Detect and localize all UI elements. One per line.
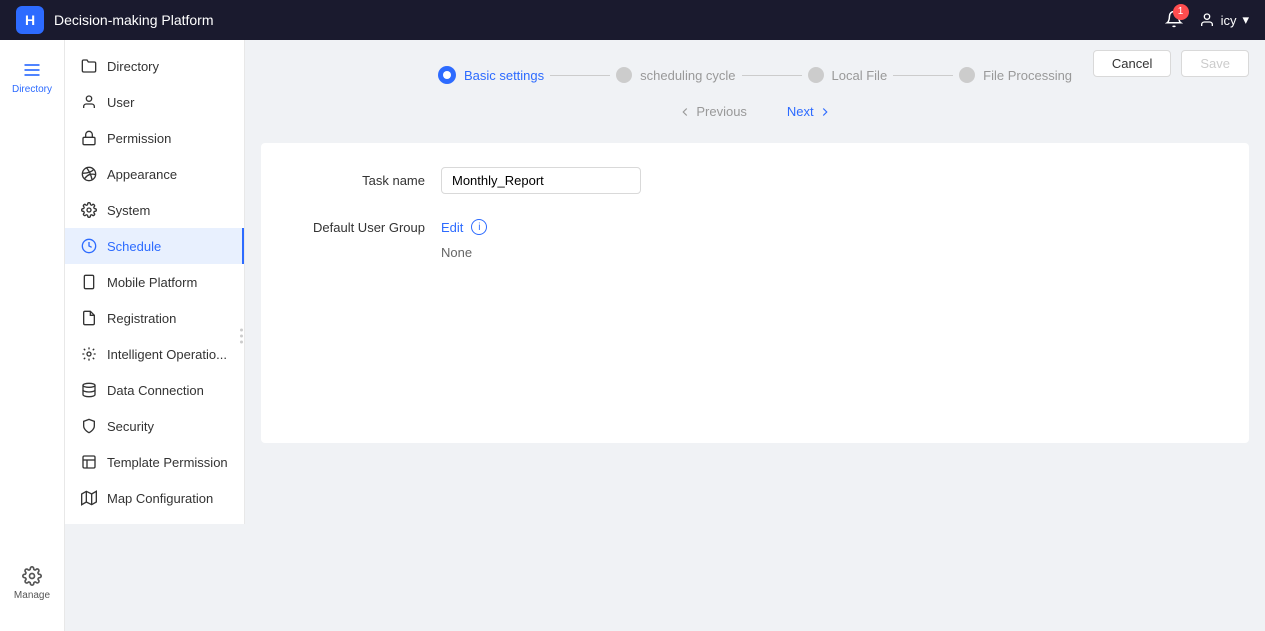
- edit-link[interactable]: Edit: [441, 220, 463, 235]
- sidebar-item-security[interactable]: Security: [65, 408, 244, 444]
- sidebar: Directory User Permission: [65, 40, 245, 524]
- prev-label: Previous: [696, 104, 747, 119]
- icon-nav-manage[interactable]: Manage: [0, 556, 64, 611]
- next-button[interactable]: Next: [787, 104, 832, 119]
- next-label: Next: [787, 104, 814, 119]
- icon-nav-directory-label: Directory: [12, 84, 52, 95]
- none-value: None: [441, 245, 472, 260]
- step-scheduling: scheduling cycle: [616, 67, 735, 83]
- step-file-processing-icon: [959, 67, 975, 83]
- step-line-1: [550, 75, 610, 76]
- step-file-processing: File Processing: [959, 67, 1072, 83]
- sidebar-item-mobile-label: Mobile Platform: [107, 275, 197, 290]
- top-actions: Cancel Save: [1093, 50, 1249, 77]
- app-title: Decision-making Platform: [54, 12, 1155, 28]
- step-scheduling-icon: [616, 67, 632, 83]
- sidebar-item-system[interactable]: System: [65, 192, 244, 228]
- cancel-button[interactable]: Cancel: [1093, 50, 1171, 77]
- task-name-field: [441, 167, 1225, 194]
- sidebar-item-directory[interactable]: Directory: [65, 48, 244, 84]
- step-navigation: Previous Next: [261, 104, 1249, 119]
- sidebar-item-mobile[interactable]: Mobile Platform: [65, 264, 244, 300]
- sidebar-item-template-perm[interactable]: Template Permission: [65, 444, 244, 480]
- icon-nav: Directory Manage: [0, 40, 65, 631]
- sidebar-item-user[interactable]: User: [65, 84, 244, 120]
- username: icy: [1221, 13, 1237, 28]
- save-button[interactable]: Save: [1181, 50, 1249, 77]
- topbar-right: 1 icy ▾: [1165, 10, 1249, 31]
- sidebar-item-permission-label: Permission: [107, 131, 171, 146]
- notification-bell[interactable]: 1: [1165, 10, 1183, 31]
- task-name-row: Task name: [285, 167, 1225, 194]
- notification-count: 1: [1173, 4, 1189, 20]
- step-line-2: [742, 75, 802, 76]
- sidebar-item-intelligent-label: Intelligent Operatio...: [107, 347, 227, 362]
- app-logo: H: [16, 6, 44, 34]
- sidebar-item-registration-label: Registration: [107, 311, 176, 326]
- step-basic-icon: [438, 66, 456, 84]
- user-group-field: Edit i: [441, 214, 1225, 235]
- user-menu[interactable]: icy ▾: [1199, 12, 1249, 28]
- user-group-label: Default User Group: [285, 214, 425, 235]
- sidebar-item-data-conn[interactable]: Data Connection: [65, 372, 244, 408]
- step-local-file-icon: [808, 67, 824, 83]
- icon-nav-manage-label: Manage: [14, 590, 50, 601]
- step-basic: Basic settings: [438, 66, 544, 84]
- step-line-3: [893, 75, 953, 76]
- user-chevron: ▾: [1242, 12, 1249, 28]
- sidebar-item-appearance-label: Appearance: [107, 167, 177, 182]
- task-name-label: Task name: [285, 167, 425, 188]
- sidebar-item-user-label: User: [107, 95, 134, 110]
- main-content: Cancel Save Basic settings scheduling cy…: [245, 40, 1265, 631]
- step-local-file-label: Local File: [832, 68, 888, 83]
- sidebar-item-permission[interactable]: Permission: [65, 120, 244, 156]
- sidebar-item-data-conn-label: Data Connection: [107, 383, 204, 398]
- sidebar-item-registration[interactable]: Registration: [65, 300, 244, 336]
- step-basic-label: Basic settings: [464, 68, 544, 83]
- icon-nav-directory[interactable]: Directory: [0, 50, 64, 105]
- sidebar-item-system-label: System: [107, 203, 150, 218]
- sidebar-item-schedule-label: Schedule: [107, 239, 161, 254]
- sidebar-item-intelligent[interactable]: Intelligent Operatio...: [65, 336, 244, 372]
- user-group-row: Default User Group Edit i: [285, 214, 1225, 235]
- sidebar-item-schedule[interactable]: Schedule: [65, 228, 244, 264]
- prev-button[interactable]: Previous: [678, 104, 747, 119]
- form-panel: Task name Default User Group Edit i None: [261, 143, 1249, 443]
- sidebar-item-template-perm-label: Template Permission: [107, 455, 228, 470]
- step-local-file: Local File: [808, 67, 888, 83]
- sidebar-item-directory-label: Directory: [107, 59, 159, 74]
- sidebar-item-map-config-label: Map Configuration: [107, 491, 213, 506]
- info-icon[interactable]: i: [471, 219, 487, 235]
- sidebar-resize-handle[interactable]: [236, 324, 247, 347]
- none-value-row: None: [441, 245, 1225, 260]
- sidebar-item-security-label: Security: [107, 419, 154, 434]
- sidebar-item-map-config[interactable]: Map Configuration: [65, 480, 244, 516]
- sidebar-item-appearance[interactable]: Appearance: [65, 156, 244, 192]
- topbar: H Decision-making Platform 1 icy ▾: [0, 0, 1265, 40]
- step-scheduling-label: scheduling cycle: [640, 68, 735, 83]
- step-file-processing-label: File Processing: [983, 68, 1072, 83]
- task-name-input[interactable]: [441, 167, 641, 194]
